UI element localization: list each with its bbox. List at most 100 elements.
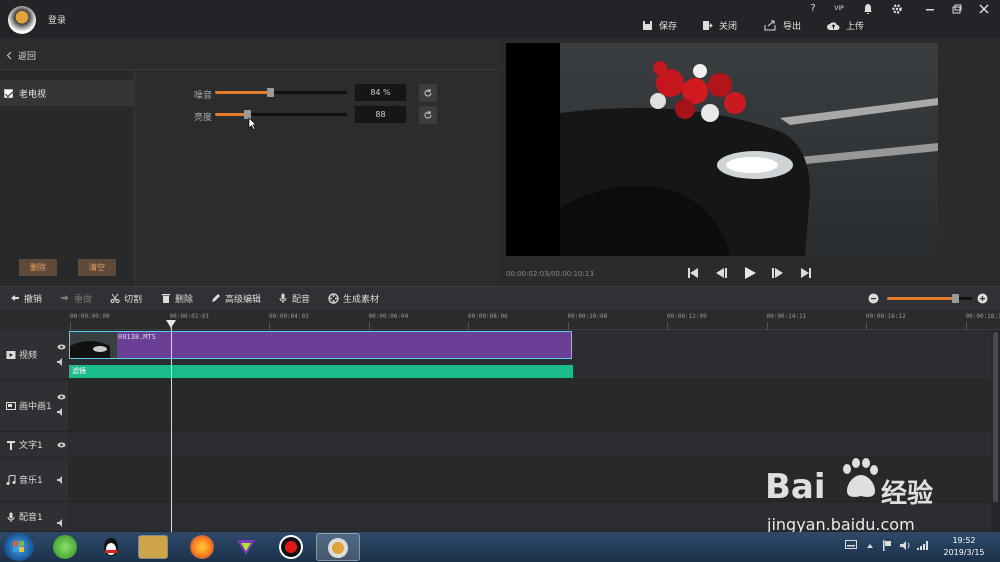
speaker-icon[interactable]: [57, 358, 66, 366]
firefox-icon[interactable]: [190, 535, 214, 559]
text-icon: [7, 440, 15, 450]
cut-label: 切割: [124, 294, 143, 305]
pip-track-lane[interactable]: [68, 380, 991, 432]
record-icon[interactable]: [279, 535, 303, 559]
ruler-tick: [70, 322, 71, 330]
ruler-tick-label: 00:00:04:03: [269, 313, 309, 320]
zoom-slider-handle[interactable]: [952, 294, 959, 303]
generate-material-button[interactable]: 生成素材: [328, 291, 379, 305]
close-window-icon[interactable]: [978, 3, 992, 15]
skip-end-icon: [801, 268, 811, 278]
speaker-icon[interactable]: [57, 476, 66, 484]
tray-arrow-icon[interactable]: [866, 543, 874, 549]
clock-time[interactable]: 19:52: [944, 536, 984, 545]
dub-button[interactable]: 配音: [278, 291, 310, 305]
export-button[interactable]: 导出: [764, 18, 801, 32]
track-header-video[interactable]: 视频: [0, 330, 68, 380]
next-frame-button[interactable]: [770, 265, 786, 281]
file-explorer-icon[interactable]: [138, 535, 168, 559]
noise-label: 噪音: [194, 91, 213, 101]
windows-logo-icon: [13, 541, 24, 552]
generate-material-label: 生成素材: [343, 294, 380, 305]
undo-label: 撤销: [24, 294, 43, 305]
start-button[interactable]: [4, 533, 34, 561]
avatar[interactable]: [8, 6, 36, 34]
brightness-slider[interactable]: [215, 110, 347, 119]
brightness-label: 亮度: [194, 113, 213, 123]
delete-filter-button[interactable]: 删除: [19, 259, 57, 276]
zoom-in-icon: [977, 293, 988, 304]
taskbar-active-app[interactable]: [316, 533, 360, 561]
delete-button[interactable]: 删除: [161, 291, 193, 305]
signal-icon[interactable]: [917, 541, 928, 550]
filter-item-old-tv[interactable]: 老电视: [0, 80, 135, 106]
keyboard-icon[interactable]: [845, 540, 857, 549]
volume-icon[interactable]: [900, 541, 911, 550]
close-button[interactable]: 关闭: [702, 18, 737, 32]
qq-icon[interactable]: [99, 535, 123, 559]
trash-icon: [162, 294, 170, 303]
restore-icon[interactable]: [951, 3, 965, 15]
brightness-reset-button[interactable]: [419, 106, 437, 124]
eye-icon[interactable]: [57, 442, 66, 448]
undo-icon: [11, 295, 19, 301]
play-button[interactable]: [742, 265, 758, 281]
scrollbar-thumb[interactable]: [993, 332, 998, 502]
bell-icon[interactable]: [862, 3, 876, 15]
advanced-edit-button[interactable]: 高级编辑: [211, 291, 261, 305]
clip-name: 00138.MTS: [118, 333, 156, 341]
upload-button[interactable]: 上传: [827, 18, 864, 32]
skip-to-start-button[interactable]: [685, 265, 701, 281]
undo-button[interactable]: 撤销: [10, 291, 42, 305]
skip-to-end-button[interactable]: [798, 265, 814, 281]
track-header-dub[interactable]: 配音1: [0, 502, 68, 532]
speaker-icon[interactable]: [57, 408, 66, 416]
preview-frame: [560, 43, 938, 256]
timeline-scrollbar[interactable]: [991, 330, 1000, 532]
zoom-slider[interactable]: [887, 294, 972, 303]
media-app-icon[interactable]: [234, 535, 258, 559]
eye-icon[interactable]: [57, 344, 66, 350]
mouse-cursor-icon: [248, 117, 257, 130]
playhead-line[interactable]: [171, 320, 172, 532]
noise-value[interactable]: 84 %: [355, 84, 406, 101]
timeline-ruler[interactable]: 00:00:00:00 00:00:02:01 00:00:04:03 00:00:0…: [68, 310, 1000, 330]
brightness-value[interactable]: 88: [355, 106, 406, 123]
picture-in-picture-icon: [6, 401, 16, 410]
cut-button[interactable]: 切割: [110, 291, 142, 305]
zoom-slider-fill: [887, 297, 955, 300]
clear-filters-button[interactable]: 清空: [78, 259, 116, 276]
video-track-icon: [6, 350, 16, 359]
filter-checkbox[interactable]: [4, 88, 13, 98]
export-icon: [764, 20, 776, 30]
help-icon[interactable]: ?: [806, 3, 820, 15]
noise-reset-button[interactable]: [419, 84, 437, 102]
scissors-icon: [110, 293, 120, 303]
login-link[interactable]: 登录: [48, 13, 66, 26]
filter-effect-bar[interactable]: 滤镜: [69, 365, 573, 378]
noise-slider-handle[interactable]: [267, 88, 274, 97]
zoom-in-button[interactable]: [977, 293, 988, 304]
eye-icon[interactable]: [57, 394, 66, 400]
gear-icon[interactable]: [891, 3, 905, 15]
track-header-pip[interactable]: 画中画1: [0, 380, 68, 432]
flag-icon[interactable]: [882, 540, 892, 551]
previous-frame-button[interactable]: [713, 265, 729, 281]
cloud-upload-icon: [827, 21, 840, 30]
track-label: 音乐1: [19, 476, 43, 486]
save-button[interactable]: 保存: [642, 18, 677, 32]
clock-date[interactable]: 2019/3/15: [938, 548, 990, 557]
redo-icon: [61, 295, 69, 301]
vip-icon[interactable]: VIP: [832, 3, 846, 15]
zoom-out-icon: [868, 293, 879, 304]
noise-slider[interactable]: [215, 88, 347, 97]
save-icon: [643, 20, 652, 30]
minimize-icon[interactable]: [924, 3, 938, 15]
browser-360-icon[interactable]: [53, 535, 77, 559]
track-label: 文字1: [19, 441, 43, 451]
zoom-out-button[interactable]: [868, 293, 879, 304]
speaker-icon[interactable]: [57, 519, 66, 527]
microphone-icon: [279, 293, 287, 303]
back-button[interactable]: 返回: [0, 42, 498, 70]
redo-button[interactable]: 重做: [60, 291, 92, 305]
